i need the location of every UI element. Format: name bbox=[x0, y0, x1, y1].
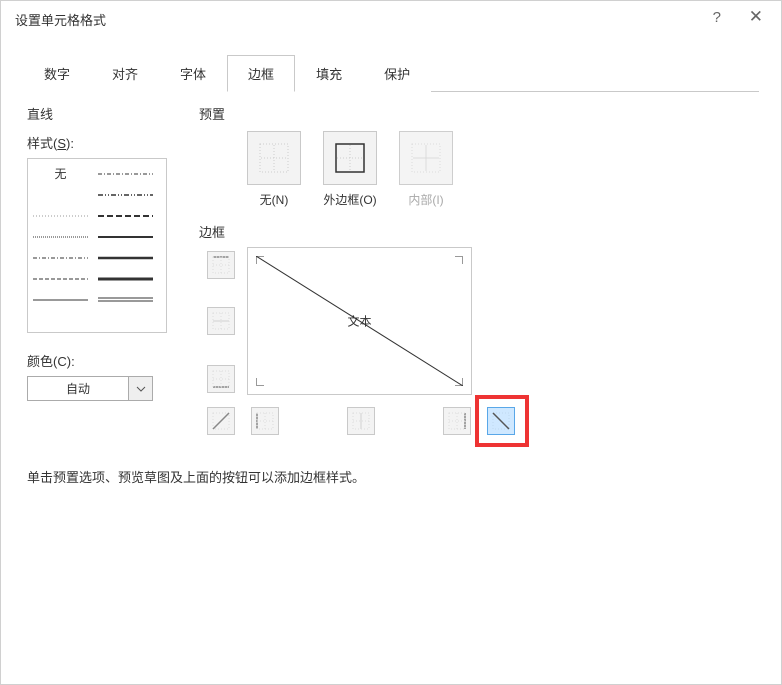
line-style-4[interactable] bbox=[28, 277, 93, 281]
tab-number[interactable]: 数字 bbox=[23, 55, 91, 92]
preset-inner-icon bbox=[411, 143, 441, 173]
border-diag-up-icon bbox=[212, 412, 230, 430]
border-group-label: 边框 bbox=[199, 222, 755, 241]
tab-protection[interactable]: 保护 bbox=[363, 55, 431, 92]
titlebar: 设置单元格格式 ? ✕ bbox=[1, 1, 781, 37]
line-style-12[interactable] bbox=[93, 297, 158, 303]
tab-alignment[interactable]: 对齐 bbox=[91, 55, 159, 92]
close-button[interactable]: ✕ bbox=[749, 7, 763, 27]
tab-font[interactable]: 字体 bbox=[159, 55, 227, 92]
line-style-5[interactable] bbox=[28, 298, 93, 302]
tab-fill[interactable]: 填充 bbox=[295, 55, 363, 92]
preset-group-label: 预置 bbox=[199, 104, 755, 123]
line-style-1[interactable] bbox=[28, 214, 93, 218]
color-label: 颜色(C): bbox=[27, 351, 187, 370]
color-dropdown-button[interactable] bbox=[129, 376, 153, 401]
line-style-6[interactable] bbox=[93, 172, 158, 176]
color-value: 自动 bbox=[27, 376, 129, 401]
preview-text-label: 文本 bbox=[347, 313, 371, 330]
line-style-11[interactable] bbox=[93, 277, 158, 281]
line-style-2[interactable] bbox=[28, 235, 93, 239]
line-style-10[interactable] bbox=[93, 256, 158, 260]
tab-border[interactable]: 边框 bbox=[227, 55, 295, 92]
preset-outer-button[interactable] bbox=[323, 131, 377, 185]
dialog-title: 设置单元格格式 bbox=[15, 10, 106, 29]
line-style-8[interactable] bbox=[93, 214, 158, 218]
border-top-icon bbox=[212, 256, 230, 274]
style-label: 样式(S): bbox=[27, 133, 187, 152]
border-left-icon bbox=[256, 412, 274, 430]
line-style-9[interactable] bbox=[93, 235, 158, 239]
border-top-button[interactable] bbox=[207, 251, 235, 279]
border-bottom-icon bbox=[212, 370, 230, 388]
preset-inner-label: 内部(I) bbox=[408, 191, 443, 208]
annotation-highlight bbox=[475, 395, 529, 447]
border-right-icon bbox=[448, 412, 466, 430]
line-style-none[interactable]: 无 bbox=[54, 165, 66, 182]
preset-outer-label: 外边框(O) bbox=[323, 191, 376, 208]
tab-bar: 数字 对齐 字体 边框 填充 保护 bbox=[1, 55, 781, 92]
preset-none-icon bbox=[259, 143, 289, 173]
border-bottom-button[interactable] bbox=[207, 365, 235, 393]
line-style-7[interactable] bbox=[93, 193, 158, 197]
color-select[interactable]: 自动 bbox=[27, 376, 187, 401]
preset-none-label: 无(N) bbox=[260, 191, 289, 208]
border-right-button[interactable] bbox=[443, 407, 471, 435]
chevron-down-icon bbox=[136, 386, 146, 392]
preset-none-button[interactable] bbox=[247, 131, 301, 185]
border-preview[interactable]: 文本 bbox=[247, 247, 472, 395]
preset-inner-button[interactable] bbox=[399, 131, 453, 185]
hint-text: 单击预置选项、预览草图及上面的按钮可以添加边框样式。 bbox=[27, 467, 781, 486]
border-middle-v-button[interactable] bbox=[347, 407, 375, 435]
border-middle-h-button[interactable] bbox=[207, 307, 235, 335]
border-diag-up-button[interactable] bbox=[207, 407, 235, 435]
format-cells-dialog: 设置单元格格式 ? ✕ 数字 对齐 字体 边框 填充 保护 直线 样式(S): … bbox=[0, 0, 782, 685]
border-left-button[interactable] bbox=[251, 407, 279, 435]
help-button[interactable]: ? bbox=[713, 9, 721, 26]
line-style-list[interactable]: 无 bbox=[27, 158, 167, 333]
border-middle-h-icon bbox=[212, 312, 230, 330]
line-style-3[interactable] bbox=[28, 256, 93, 260]
preset-outer-icon bbox=[335, 143, 365, 173]
line-group-label: 直线 bbox=[27, 104, 187, 123]
border-middle-v-icon bbox=[352, 412, 370, 430]
